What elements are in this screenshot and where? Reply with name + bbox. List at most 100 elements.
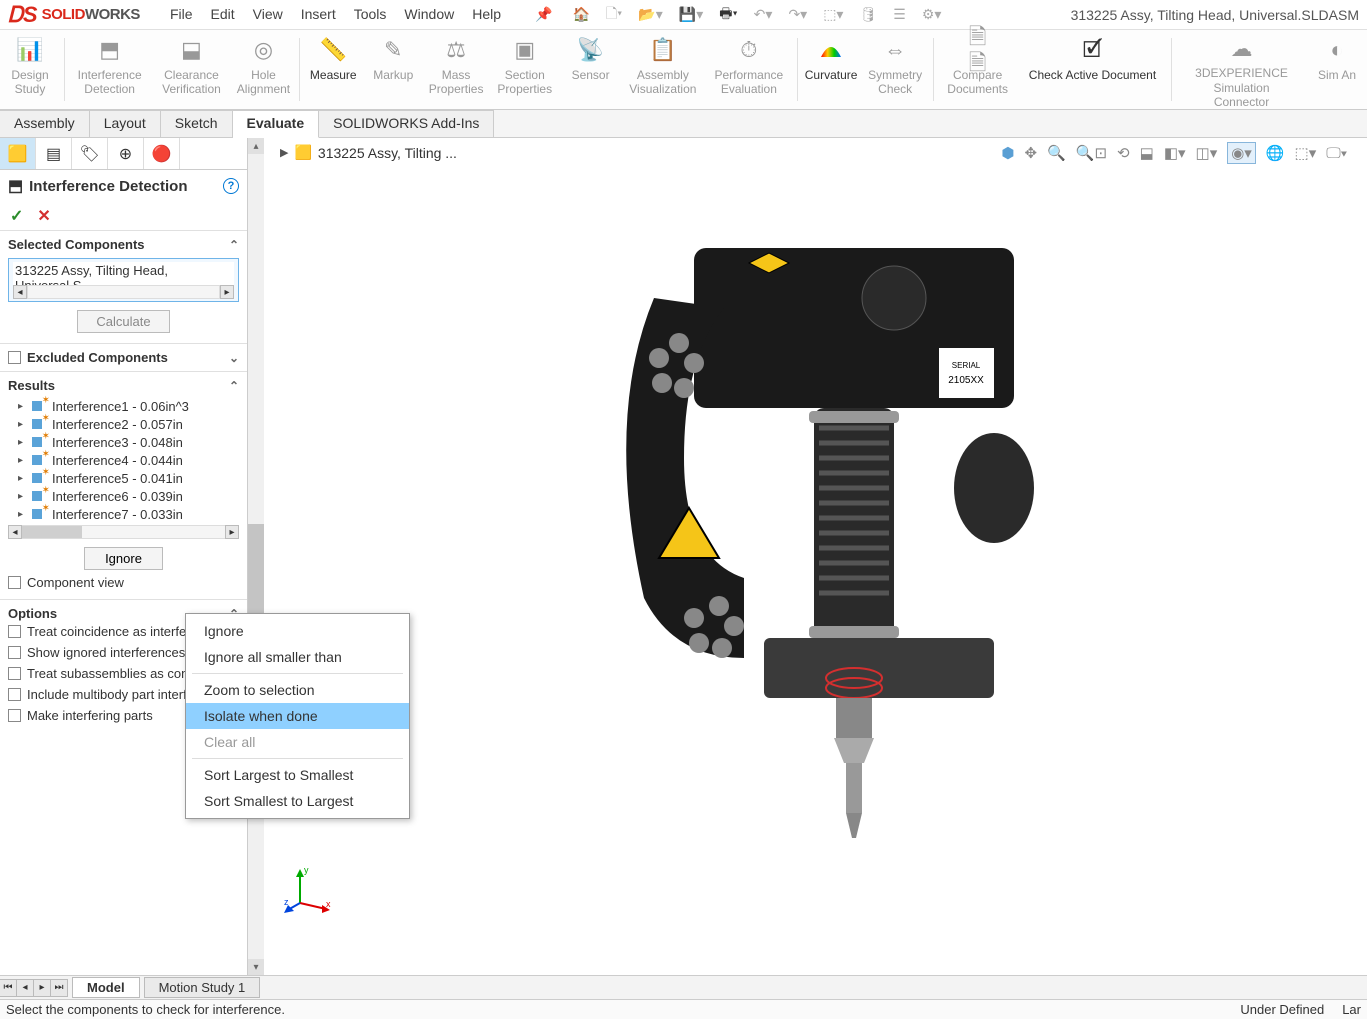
scene-icon[interactable]: ◉▾ <box>1227 142 1256 164</box>
opt-coincidence-checkbox[interactable] <box>8 625 21 638</box>
component-view-checkbox[interactable] <box>8 576 21 589</box>
zoom-area-icon[interactable]: 🔍 <box>1047 144 1066 162</box>
menu-window[interactable]: Window <box>404 6 454 23</box>
save-icon[interactable]: 💾▾ <box>679 6 703 23</box>
render-icon[interactable]: ⬚▾ <box>1295 144 1317 162</box>
new-icon[interactable]: 🗋▾ <box>606 3 622 27</box>
breadcrumb-expand-icon[interactable]: ▶ <box>280 146 288 159</box>
ribbon-mass-properties[interactable]: ⚖Mass Properties <box>423 30 489 109</box>
ribbon-symmetry-check[interactable]: ⇔Symmetry Check <box>861 30 929 109</box>
ribbon-curvature[interactable]: Curvature <box>801 30 861 109</box>
ribbon-performance-evaluation[interactable]: ⏱Performance Evaluation <box>705 30 792 109</box>
menu-file[interactable]: File <box>170 6 193 23</box>
menu-tools[interactable]: Tools <box>354 6 387 23</box>
excluded-checkbox[interactable] <box>8 351 21 364</box>
ribbon-assembly-visualization[interactable]: 📋Assembly Visualization <box>621 30 706 109</box>
chevron-up-icon[interactable]: ⌃ <box>229 379 239 393</box>
menu-view[interactable]: View <box>253 6 283 23</box>
ribbon-compare-documents[interactable]: 🗎🗎Compare Documents <box>938 30 1018 109</box>
redo-icon[interactable]: ↷▾ <box>788 6 807 23</box>
viewport-split-icon[interactable]: 🖵▾ <box>1326 145 1347 162</box>
tab-evaluate[interactable]: Evaluate <box>233 110 320 138</box>
menu-edit[interactable]: Edit <box>211 6 235 23</box>
scroll-right-icon[interactable]: ▸ <box>220 285 234 299</box>
config-manager-icon[interactable]: 🏷 <box>72 138 108 169</box>
ctx-ignore-smaller[interactable]: Ignore all smaller than <box>186 644 409 670</box>
display-manager-icon[interactable]: 🔴 <box>144 138 180 169</box>
property-manager-icon[interactable]: ▤ <box>36 138 72 169</box>
nav-next-icon[interactable]: ▸ <box>33 979 51 997</box>
ctx-sort-smallest[interactable]: Sort Smallest to Largest <box>186 788 409 814</box>
ctx-sort-largest[interactable]: Sort Largest to Smallest <box>186 762 409 788</box>
ribbon-hole-alignment[interactable]: ◎Hole Alignment <box>232 30 295 109</box>
nav-first-icon[interactable]: ⏮ <box>0 979 17 997</box>
chevron-down-icon[interactable]: ⌄ <box>229 351 239 365</box>
help-icon[interactable]: ? <box>223 178 239 194</box>
print-icon[interactable]: 🖶▾ <box>719 3 737 27</box>
dimxpert-icon[interactable]: ⊕ <box>108 138 144 169</box>
ribbon-design-study[interactable]: 📊Design Study <box>0 30 60 109</box>
tab-addins[interactable]: SOLIDWORKS Add-Ins <box>319 110 494 137</box>
calculate-button[interactable]: Calculate <box>77 310 169 333</box>
ribbon-simulation[interactable]: ◐Sim An <box>1307 30 1367 109</box>
ctx-ignore[interactable]: Ignore <box>186 618 409 644</box>
zoom-window-icon[interactable]: 🔍⊡ <box>1076 144 1107 162</box>
panel-vscrollbar[interactable]: ▴ ▾ <box>248 138 264 975</box>
ribbon-clearance-verification[interactable]: ⬓Clearance Verification <box>151 30 232 109</box>
bottom-tab-motion-study[interactable]: Motion Study 1 <box>144 977 261 998</box>
scroll-left-icon[interactable]: ◂ <box>8 525 22 539</box>
display-style-icon[interactable]: ◫▾ <box>1196 144 1218 162</box>
bottom-tab-model[interactable]: Model <box>72 977 140 998</box>
section-view-icon[interactable]: ⬓ <box>1140 144 1154 162</box>
logo-text-works: WORKS <box>85 6 140 23</box>
opt-multibody-checkbox[interactable] <box>8 688 21 701</box>
ribbon-sensor[interactable]: 📡Sensor <box>561 30 621 109</box>
opt-make-interfering-checkbox[interactable] <box>8 709 21 722</box>
breadcrumb-label[interactable]: 313225 Assy, Tilting ... <box>318 145 457 161</box>
nav-prev-icon[interactable]: ◂ <box>16 979 34 997</box>
settings-gear-icon[interactable]: ⚙▾ <box>922 6 942 23</box>
ribbon-markup[interactable]: ✎Markup <box>363 30 423 109</box>
view-cube-icon[interactable]: ◧▾ <box>1164 144 1186 162</box>
scroll-up-icon[interactable]: ▴ <box>248 138 264 154</box>
home-icon[interactable]: 🏠 <box>572 6 589 23</box>
selected-components-list[interactable]: 313225 Assy, Tilting Head, Universal.S ◂… <box>8 258 239 302</box>
scroll-left-icon[interactable]: ◂ <box>13 285 27 299</box>
view-orientation-icon[interactable]: ⬢ <box>1001 144 1014 162</box>
opt-show-ignored-checkbox[interactable] <box>8 646 21 659</box>
tab-assembly[interactable]: Assembly <box>0 110 90 137</box>
ribbon-section-properties[interactable]: ▣Section Properties <box>489 30 561 109</box>
ok-button[interactable]: ✓ <box>10 206 23 226</box>
ribbon-check-active-document[interactable]: 🗹Check Active Document <box>1017 30 1167 109</box>
chevron-up-icon[interactable]: ⌃ <box>229 238 239 252</box>
scroll-down-icon[interactable]: ▾ <box>248 959 264 975</box>
pin-icon[interactable]: 📌 <box>535 6 552 23</box>
nav-last-icon[interactable]: ⏭ <box>50 979 68 997</box>
selection-hscrollbar[interactable]: ◂ ▸ <box>13 285 234 299</box>
ctx-isolate-when-done[interactable]: Isolate when done <box>186 703 409 729</box>
results-hscrollbar[interactable]: ◂ ▸ <box>8 525 239 539</box>
open-icon[interactable]: 📂▾ <box>638 6 662 23</box>
feature-manager-icon[interactable]: 🟨 <box>0 138 36 169</box>
ribbon-measure[interactable]: 📏Measure <box>303 30 363 109</box>
tab-layout[interactable]: Layout <box>90 110 161 137</box>
ribbon-3dexperience[interactable]: ☁︎3DEXPERIENCE Simulation Connector <box>1176 30 1307 109</box>
scroll-right-icon[interactable]: ▸ <box>225 525 239 539</box>
menu-help[interactable]: Help <box>472 6 501 23</box>
zoom-fit-icon[interactable]: ✥ <box>1025 144 1038 162</box>
graphics-viewport[interactable]: ▶ 🟨 313225 Assy, Tilting ... ⬢ ✥ 🔍 🔍⊡ ⟲ … <box>264 138 1367 975</box>
cancel-button[interactable]: ✕ <box>37 206 50 226</box>
ignore-button[interactable]: Ignore <box>84 547 163 570</box>
prev-view-icon[interactable]: ⟲ <box>1117 144 1130 162</box>
select-icon[interactable]: ⬚▾ <box>823 6 843 23</box>
ctx-zoom-selection[interactable]: Zoom to selection <box>186 677 409 703</box>
appearances-icon[interactable]: 🌐 <box>1266 144 1285 162</box>
rebuild-icon[interactable]: 🛢 <box>859 6 877 23</box>
opt-subassemblies-checkbox[interactable] <box>8 667 21 680</box>
tab-sketch[interactable]: Sketch <box>161 110 233 137</box>
undo-icon[interactable]: ↶▾ <box>754 6 773 23</box>
result-item[interactable]: ▸Interference7 - 0.033in <box>8 505 239 523</box>
ribbon-interference-detection[interactable]: ⬒Interference Detection <box>69 30 151 109</box>
options-list-icon[interactable]: ☰ <box>893 6 906 23</box>
menu-insert[interactable]: Insert <box>301 6 336 23</box>
